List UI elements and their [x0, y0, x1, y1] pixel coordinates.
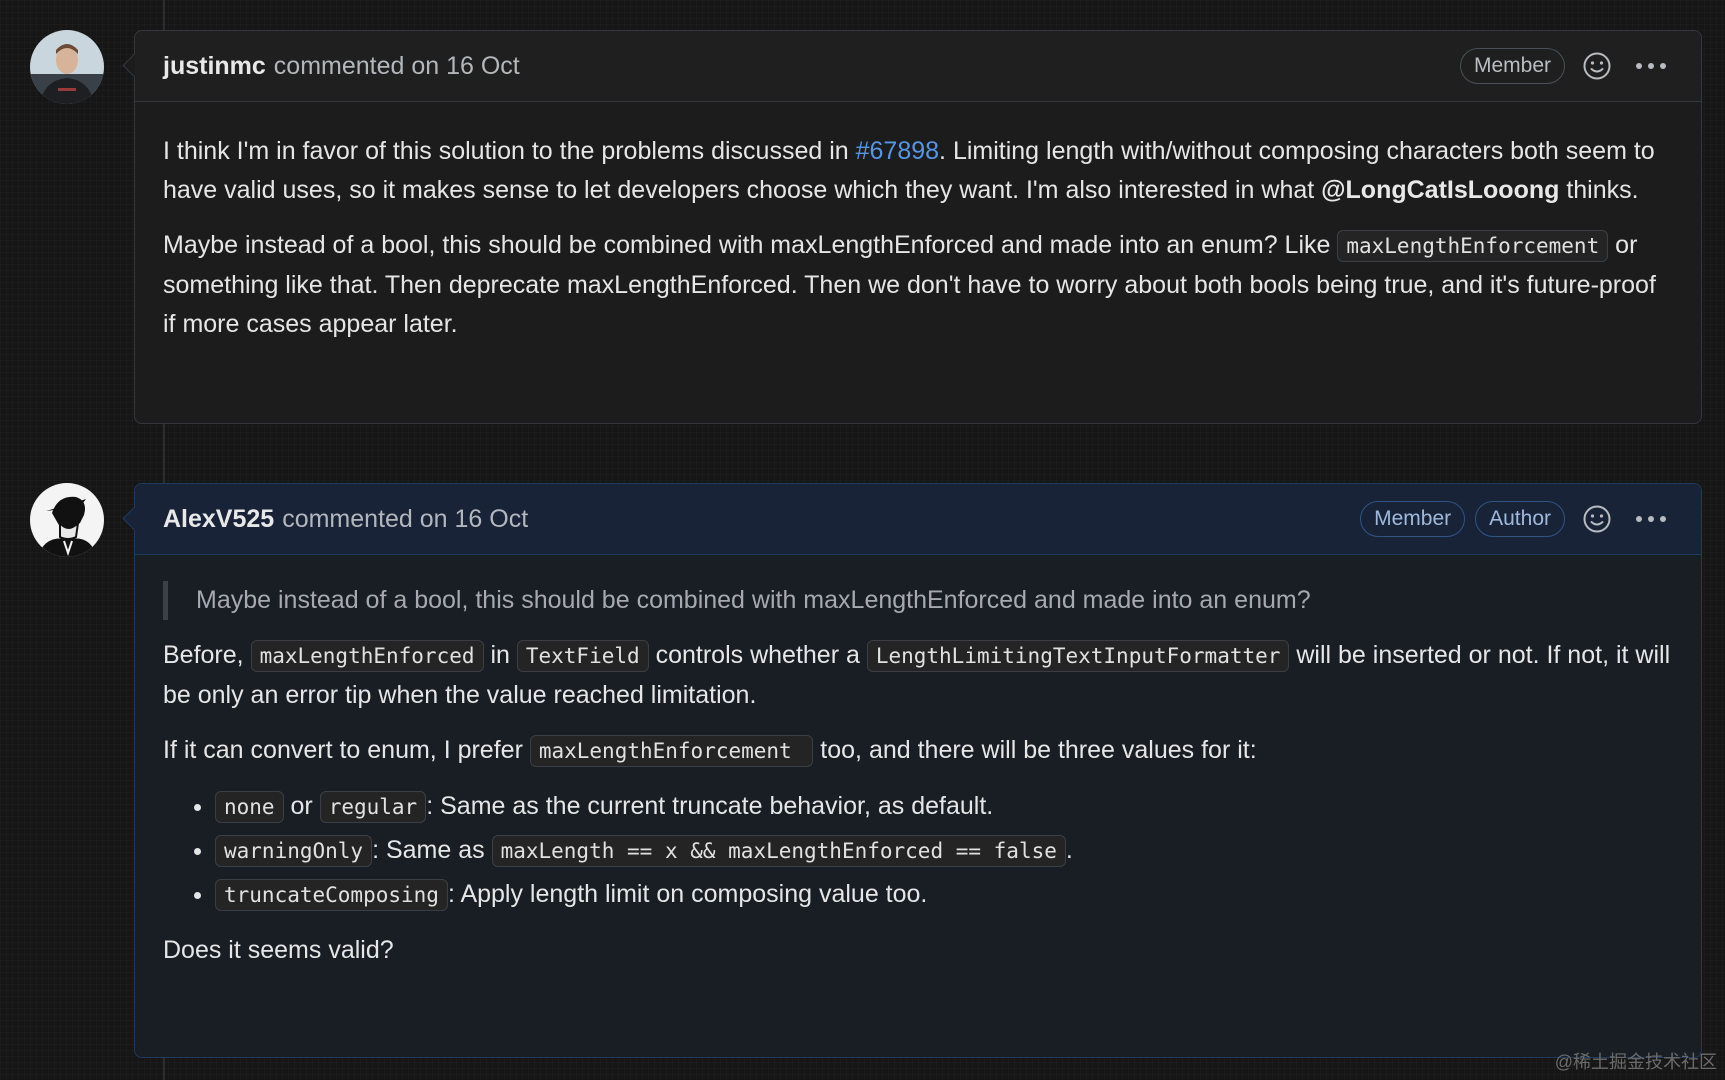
- inline-code: LengthLimitingTextInputFormatter: [866, 640, 1290, 672]
- inline-code: maxLengthEnforced: [250, 640, 484, 672]
- inline-code: none: [215, 791, 284, 823]
- author-badge: Author: [1475, 501, 1565, 537]
- text-run: : Apply length limit on composing value …: [447, 880, 928, 908]
- quote-block: Maybe instead of a bool, this should be …: [163, 581, 1673, 620]
- comment-header: justinmc commented on 16 Oct Member: [135, 31, 1701, 102]
- text-run: thinks.: [1559, 176, 1639, 204]
- list-item: truncateComposing: Apply length limit on…: [215, 875, 1673, 915]
- user-mention[interactable]: @LongCatIsLooong: [1321, 176, 1559, 204]
- text-run: Before,: [163, 641, 251, 669]
- text-run: : Same as the current truncate behavior,…: [426, 792, 994, 820]
- inline-code: maxLengthEnforcement: [1337, 230, 1609, 262]
- watermark: @稀土掘金技术社区: [1554, 1052, 1717, 1072]
- smiley-icon[interactable]: [1575, 499, 1619, 539]
- inline-code: warningOnly: [215, 835, 373, 867]
- header-actions: Member Author: [1360, 499, 1673, 539]
- comment-author[interactable]: AlexV525: [163, 505, 274, 534]
- text-run: or: [283, 792, 320, 820]
- comment-timestamp[interactable]: commented on 16 Oct: [274, 52, 520, 81]
- issue-link[interactable]: #67898: [856, 137, 939, 165]
- comment-paragraph: Does it seems valid?: [163, 936, 394, 964]
- avatar[interactable]: [30, 30, 104, 104]
- smiley-icon[interactable]: [1575, 46, 1619, 86]
- comment-header: AlexV525 commented on 16 Oct Member Auth…: [135, 484, 1701, 555]
- comment-paragraph: Before, maxLengthEnforced in TextField c…: [163, 636, 1673, 715]
- comment-card: justinmc commented on 16 Oct Member I th…: [134, 30, 1702, 424]
- text-run: .: [1065, 836, 1073, 864]
- comment-timestamp[interactable]: commented on 16 Oct: [282, 505, 528, 534]
- enum-value-list: none or regular: Same as the current tru…: [163, 787, 1673, 915]
- inline-code: maxLengthEnforcement: [529, 735, 814, 767]
- comment-body: I think I'm in favor of this solution to…: [135, 102, 1701, 380]
- text-run: Maybe instead of a bool, this should be …: [163, 231, 1338, 259]
- inline-code: TextField: [516, 640, 649, 672]
- comment-author[interactable]: justinmc: [163, 52, 266, 81]
- text-run: : Same as: [372, 836, 492, 864]
- text-run: in: [483, 641, 517, 669]
- inline-code: truncateComposing: [215, 879, 448, 911]
- comment-paragraph: I think I'm in favor of this solution to…: [163, 132, 1673, 210]
- comment-paragraph: If it can convert to enum, I prefer maxL…: [163, 731, 1673, 771]
- member-badge: Member: [1459, 48, 1565, 84]
- comment-body: Maybe instead of a bool, this should be …: [135, 555, 1701, 1006]
- inline-code: regular: [319, 791, 427, 823]
- comment-card: AlexV525 commented on 16 Oct Member Auth…: [134, 483, 1702, 1058]
- avatar[interactable]: [30, 483, 104, 557]
- header-actions: Member: [1459, 46, 1673, 86]
- member-badge: Member: [1360, 501, 1466, 537]
- inline-code: maxLength == x && maxLengthEnforced == f…: [491, 835, 1066, 867]
- text-run: If it can convert to enum, I prefer: [163, 736, 530, 764]
- ellipsis-icon[interactable]: [1629, 46, 1673, 86]
- comment-paragraph: Maybe instead of a bool, this should be …: [163, 226, 1673, 344]
- list-item: warningOnly: Same as maxLength == x && m…: [215, 831, 1673, 871]
- text-run: controls whether a: [648, 641, 867, 669]
- text-run: I think I'm in favor of this solution to…: [163, 137, 856, 165]
- text-run: too, and there will be three values for …: [813, 736, 1257, 764]
- list-item: none or regular: Same as the current tru…: [215, 787, 1673, 827]
- ellipsis-icon[interactable]: [1629, 499, 1673, 539]
